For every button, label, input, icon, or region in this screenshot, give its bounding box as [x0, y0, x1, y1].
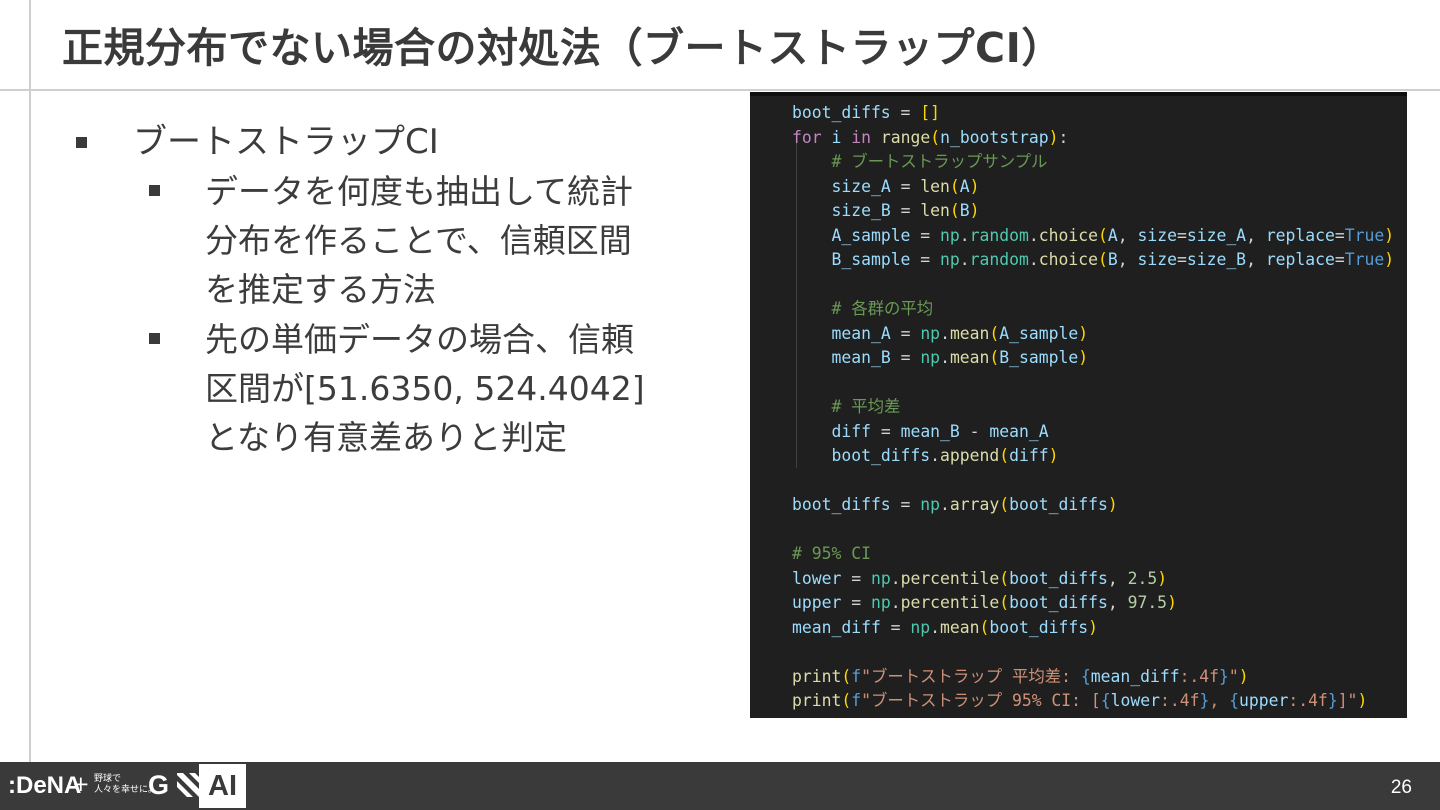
code-line: B_sample = np.random.choice(B, size=size… — [831, 250, 1395, 269]
footer-bar: :DeNA + 野球で 人々を幸せに。 G AI 26 — [0, 762, 1440, 810]
code-line: # 95% CI — [792, 544, 871, 563]
code-line: upper = np.percentile(boot_diffs, 97.5) — [792, 593, 1177, 612]
logo-plus-sign: + — [72, 772, 90, 796]
code-line: mean_B = np.mean(B_sample) — [831, 348, 1089, 367]
g-logo: G — [148, 770, 203, 801]
title-underline-rule — [0, 89, 1440, 91]
bullet-level1-text: ブートストラップCI — [133, 122, 439, 162]
sub-bullet-1: データを何度も抽出して統計 分布を作ることで、信頼区間 を推定する方法 — [205, 167, 685, 314]
code-line: for i in range(n_bootstrap): — [792, 127, 1069, 147]
ai-badge: AI — [199, 764, 246, 808]
bullet-square-icon — [149, 333, 160, 344]
code-line: # 平均差 — [831, 397, 901, 416]
bullet-square-icon — [76, 137, 87, 148]
page-number: 26 — [1390, 777, 1412, 798]
g-logo-letter: G — [148, 770, 170, 800]
sub-bullet-2: 先の単価データの場合、信頼 区間が[51.6350, 524.4042] となり… — [205, 315, 685, 462]
code-line: # ブートストラップサンプル — [831, 152, 1048, 171]
bullet-square-icon — [149, 185, 160, 196]
code-screenshot: boot_diffs = [] for i in range(n_bootstra… — [750, 92, 1407, 718]
slide-title: 正規分布でない場合の対処法（ブートストラップCI） — [62, 24, 1063, 72]
code-line: diff = mean_B - mean_A — [831, 421, 1049, 441]
code-line: size_A = len(A) — [831, 176, 980, 196]
code-line: boot_diffs = [] — [792, 103, 941, 122]
code-line: A_sample = np.random.choice(A, size=size… — [831, 225, 1395, 245]
code-line: lower = np.percentile(boot_diffs, 2.5) — [792, 568, 1168, 588]
code-line: print(f"ブートストラップ 95% CI: [{lower:.4f}, {… — [792, 691, 1368, 710]
sub-bullet-2-line: となり有意差ありと判定 — [205, 418, 568, 457]
left-vertical-rule — [29, 0, 31, 762]
dena-logo: :DeNA — [8, 772, 82, 799]
code-line: mean_A = np.mean(A_sample) — [831, 323, 1089, 343]
ai-badge-label: AI — [208, 770, 237, 802]
sub-bullet-1-line: データを何度も抽出して統計 — [205, 172, 634, 211]
sub-bullet-2-line: 区間が[51.6350, 524.4042] — [205, 369, 645, 408]
code-line: # 各群の平均 — [831, 299, 934, 318]
code-line: boot_diffs.append(diff) — [831, 446, 1059, 465]
code-line: size_B = len(B) — [831, 201, 980, 220]
sub-bullet-1-line: 分布を作ることで、信頼区間 — [205, 221, 632, 260]
sub-bullet-2-line: 先の単価データの場合、信頼 — [205, 320, 634, 359]
code-line: mean_diff = np.mean(boot_diffs) — [792, 617, 1098, 637]
code-block: boot_diffs = [] for i in range(n_bootstra… — [792, 101, 1394, 714]
sub-bullet-1-line: を推定する方法 — [205, 270, 436, 309]
code-line: boot_diffs = np.array(boot_diffs) — [792, 495, 1118, 514]
code-line: print(f"ブートストラップ 平均差: {mean_diff:.4f}") — [792, 666, 1249, 686]
